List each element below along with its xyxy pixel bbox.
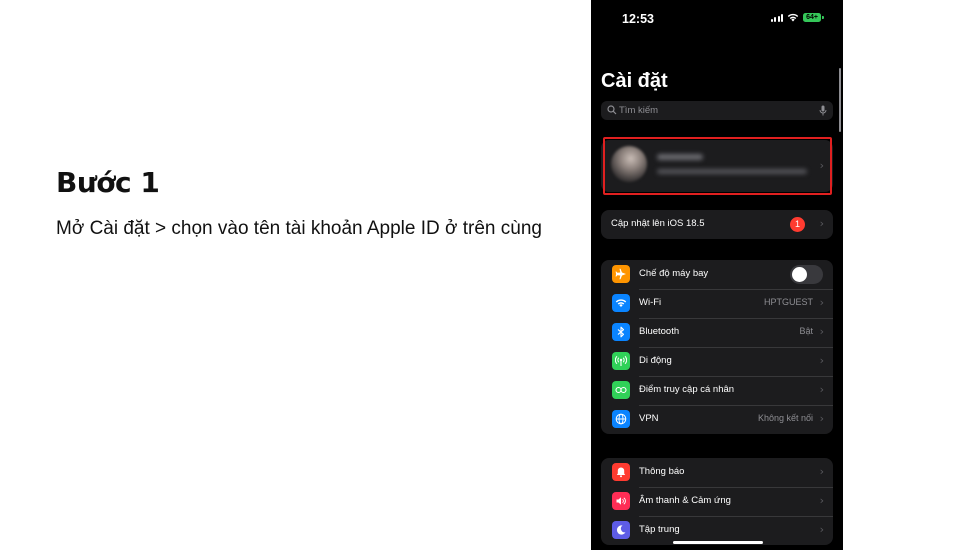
row-label: Bluetooth — [639, 326, 680, 337]
bluetooth-value: Bật — [799, 326, 813, 336]
row-vpn[interactable]: VPN Không kết nối › — [601, 405, 833, 434]
wifi-icon — [612, 294, 630, 312]
vpn-icon — [612, 410, 630, 428]
update-badge: 1 — [790, 217, 805, 232]
wifi-value: HPTGUEST — [763, 297, 813, 307]
airplane-icon — [612, 265, 630, 283]
row-bluetooth[interactable]: Bluetooth Bật › — [601, 318, 833, 347]
update-label: Cập nhật lên iOS 18.5 — [611, 218, 705, 229]
row-label: Wi-Fi — [639, 297, 662, 308]
status-icons: 64+ — [770, 13, 824, 22]
focus-icon — [612, 521, 630, 539]
status-bar: 12:53 64+ — [591, 0, 843, 36]
chevron-right-icon: › — [819, 412, 824, 425]
search-bar[interactable] — [601, 101, 833, 120]
chevron-right-icon: › — [819, 465, 824, 478]
vpn-value: Không kết nối — [757, 413, 813, 423]
hotspot-icon — [612, 381, 630, 399]
row-label: Di động — [639, 355, 672, 366]
status-time: 12:53 — [622, 12, 654, 26]
step-title: Bước 1 — [56, 166, 160, 199]
row-label: Chế độ máy bay — [639, 268, 709, 279]
wifi-status-icon — [787, 13, 799, 22]
signal-icon — [770, 14, 783, 22]
search-icon — [607, 105, 617, 115]
airplane-mode-toggle[interactable] — [790, 265, 823, 284]
row-label: Âm thanh & Cảm ứng — [639, 495, 731, 506]
chevron-right-icon: › — [819, 494, 824, 507]
highlight-box — [603, 137, 832, 195]
toggle-knob — [792, 267, 807, 282]
search-input[interactable] — [619, 101, 809, 120]
row-label: Thông báo — [639, 466, 685, 477]
chevron-right-icon: › — [819, 523, 824, 536]
chevron-right-icon: › — [819, 217, 824, 230]
row-cellular[interactable]: Di động › — [601, 347, 833, 376]
chevron-right-icon: › — [819, 354, 824, 367]
row-notifications[interactable]: Thông báo › — [601, 458, 833, 487]
row-label: Điểm truy cập cá nhân — [639, 384, 735, 395]
row-label: Tập trung — [639, 524, 680, 535]
row-sound[interactable]: Âm thanh & Cảm ứng › — [601, 487, 833, 516]
chevron-right-icon: › — [819, 296, 824, 309]
row-label: VPN — [639, 413, 659, 424]
microphone-icon[interactable] — [819, 105, 827, 116]
connectivity-group: Chế độ máy bay Wi-Fi HPTGUEST › Bluetoot… — [601, 260, 833, 434]
row-airplane-mode[interactable]: Chế độ máy bay — [601, 260, 833, 289]
update-row[interactable]: Cập nhật lên iOS 18.5 1 › — [601, 210, 833, 239]
chevron-right-icon: › — [819, 325, 824, 338]
row-wifi[interactable]: Wi-Fi HPTGUEST › — [601, 289, 833, 318]
phone-screen: 12:53 64+ Cài đặt Tìm kiếm › Cập nhật lê… — [591, 0, 843, 550]
notifications-icon — [612, 463, 630, 481]
chevron-right-icon: › — [819, 383, 824, 396]
bluetooth-icon — [612, 323, 630, 341]
scrollbar[interactable] — [838, 68, 841, 132]
page-title: Cài đặt — [601, 70, 668, 92]
cellular-icon — [612, 352, 630, 370]
step-description: Mở Cài đặt > chọn vào tên tài khoản Appl… — [56, 218, 542, 239]
update-group: Cập nhật lên iOS 18.5 1 › — [601, 210, 833, 239]
notifications-group: Thông báo › Âm thanh & Cảm ứng › Tập tru… — [601, 458, 833, 545]
battery-icon: 64+ — [803, 13, 824, 22]
home-indicator[interactable] — [673, 541, 763, 544]
row-personal-hotspot[interactable]: Điểm truy cập cá nhân › — [601, 376, 833, 405]
sound-icon — [612, 492, 630, 510]
